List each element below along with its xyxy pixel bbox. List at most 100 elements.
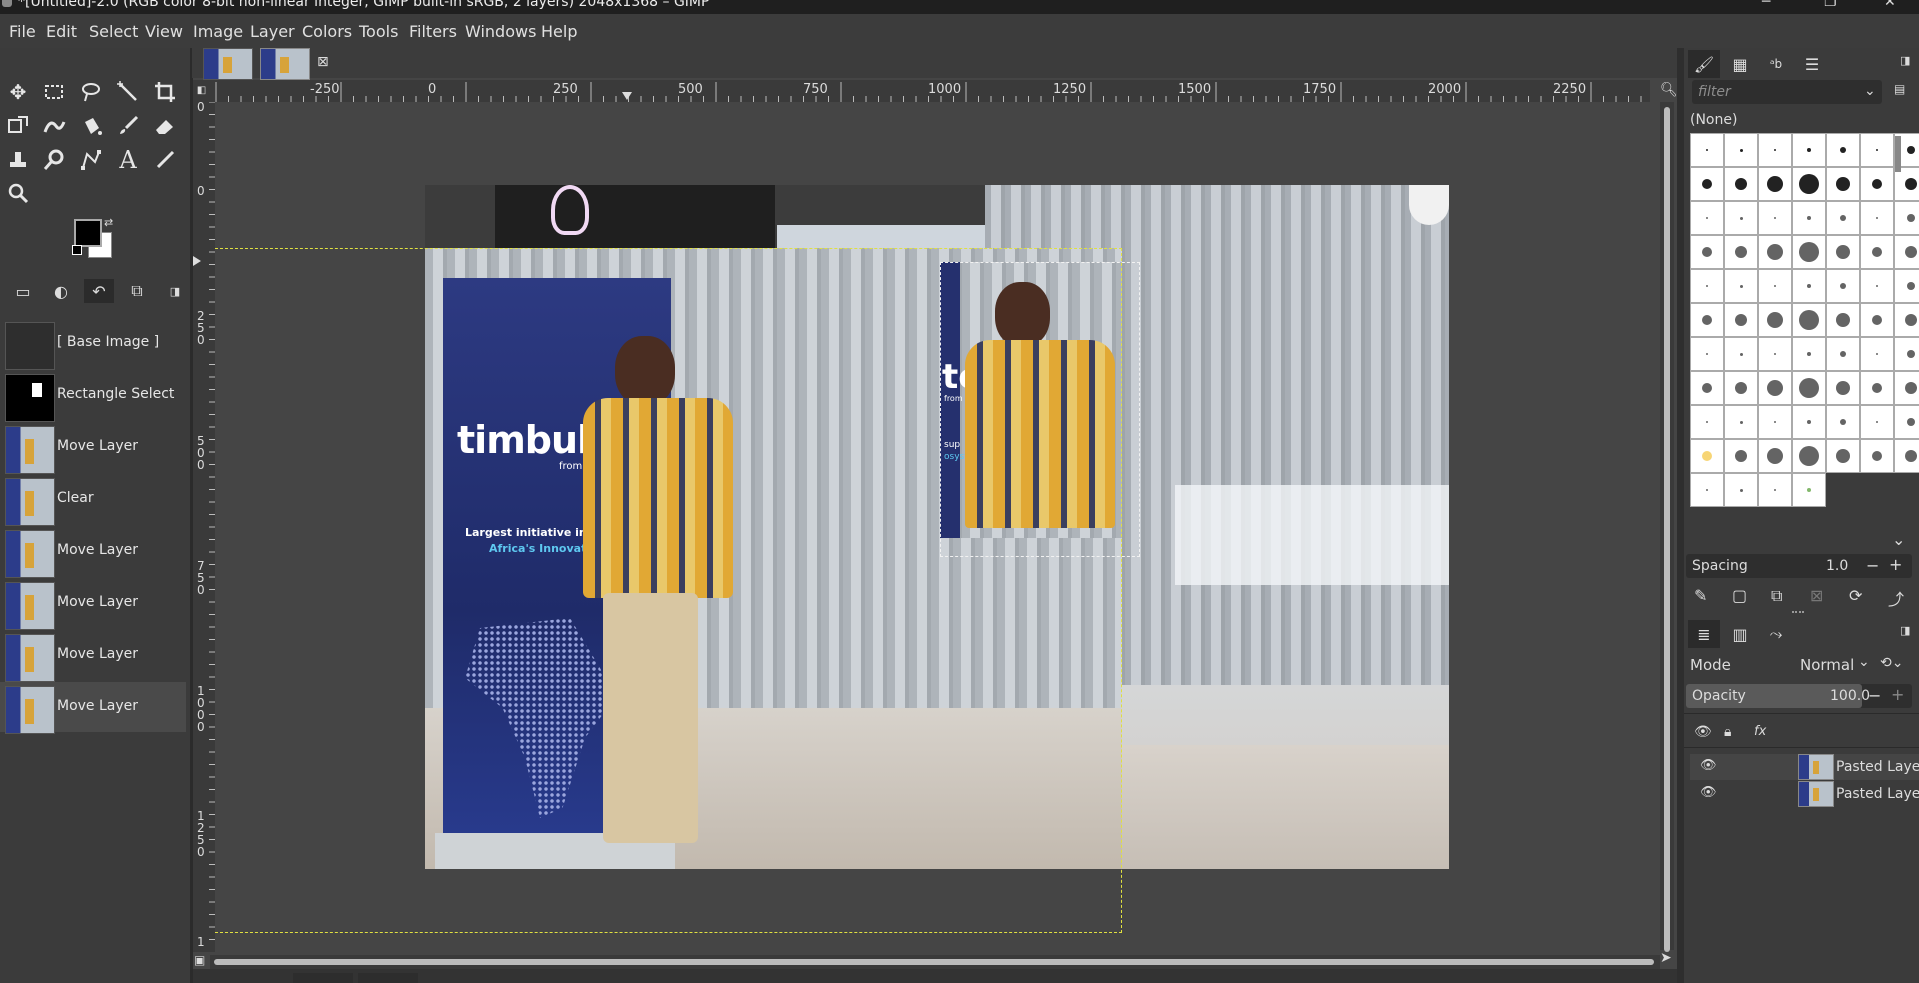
brush-swatch[interactable] bbox=[1758, 337, 1792, 371]
brush-swatch[interactable] bbox=[1894, 201, 1919, 235]
brush-swatch[interactable] bbox=[1724, 473, 1758, 507]
brush-swatch[interactable] bbox=[1724, 133, 1758, 167]
brushes-tab[interactable]: 🖌︎ bbox=[1688, 50, 1720, 78]
navigate-icon[interactable]: ➤ bbox=[1660, 950, 1672, 966]
bucket-fill-tool-icon[interactable] bbox=[76, 111, 106, 141]
brush-grid[interactable] bbox=[1690, 133, 1919, 507]
history-item[interactable]: Move Layer bbox=[0, 422, 186, 474]
brush-swatch[interactable] bbox=[1792, 167, 1826, 201]
brush-swatch[interactable] bbox=[1758, 167, 1792, 201]
brush-swatch[interactable] bbox=[1826, 269, 1860, 303]
minimize-icon[interactable]: ─ bbox=[1762, 0, 1770, 10]
brush-swatch[interactable] bbox=[1724, 337, 1758, 371]
brush-swatch[interactable] bbox=[1894, 371, 1919, 405]
menu-select[interactable]: Select bbox=[89, 22, 138, 41]
image-canvas[interactable]: timbukto from here to Africa Largest ini… bbox=[215, 102, 1660, 950]
lock-icon[interactable]: 🔒︎ bbox=[1724, 724, 1731, 740]
brush-swatch[interactable] bbox=[1690, 235, 1724, 269]
duplicate-brush-icon[interactable]: ⧉ bbox=[1771, 586, 1782, 606]
brush-swatch[interactable] bbox=[1690, 303, 1724, 337]
brush-swatch[interactable] bbox=[1826, 167, 1860, 201]
brush-swatch[interactable] bbox=[1758, 269, 1792, 303]
mode-dropdown[interactable]: Normal bbox=[1800, 656, 1854, 674]
brush-swatch[interactable] bbox=[1690, 337, 1724, 371]
brush-swatch[interactable] bbox=[1894, 269, 1919, 303]
brush-list-scrollbar[interactable] bbox=[1895, 136, 1901, 172]
brush-swatch[interactable] bbox=[1826, 303, 1860, 337]
brush-swatch[interactable] bbox=[1758, 439, 1792, 473]
undo-history-tab[interactable]: ↶ bbox=[84, 279, 114, 303]
chevron-down-icon[interactable]: ⌄ bbox=[1858, 654, 1870, 670]
eye-icon[interactable]: 👁︎ bbox=[1700, 758, 1717, 773]
tag-icon[interactable]: ▤ bbox=[1894, 82, 1905, 96]
foreground-color-swatch[interactable] bbox=[74, 219, 102, 247]
brush-swatch[interactable] bbox=[1724, 269, 1758, 303]
effects-icon[interactable]: fx bbox=[1754, 724, 1766, 739]
brush-swatch[interactable] bbox=[1792, 473, 1826, 507]
menu-help[interactable]: Help bbox=[541, 22, 577, 41]
horizontal-scrollbar-thumb[interactable] bbox=[214, 959, 1654, 965]
brush-swatch[interactable] bbox=[1690, 167, 1724, 201]
vertical-ruler[interactable]: 0 0 2 5 0 5 0 0 7 5 0 1 0 0 0 1 2 5 0 1 bbox=[193, 102, 215, 952]
brush-swatch[interactable] bbox=[1826, 439, 1860, 473]
brush-swatch[interactable] bbox=[1894, 235, 1919, 269]
brush-swatch[interactable] bbox=[1894, 439, 1919, 473]
brush-swatch[interactable] bbox=[1826, 405, 1860, 439]
layers-tab[interactable]: ≣ bbox=[1688, 620, 1720, 648]
brush-swatch[interactable] bbox=[1690, 371, 1724, 405]
open-brush-as-image-icon[interactable]: ⤴ bbox=[1888, 586, 1904, 610]
brush-swatch[interactable] bbox=[1724, 201, 1758, 235]
close-image-tab-icon[interactable]: ⊠ bbox=[317, 54, 329, 70]
horizontal-scrollbar[interactable] bbox=[210, 955, 1660, 969]
composite-mode-icon[interactable]: ⟲⌄ bbox=[1880, 655, 1903, 671]
refresh-brushes-icon[interactable]: ⟳ bbox=[1849, 586, 1862, 605]
brush-swatch[interactable] bbox=[1860, 201, 1894, 235]
brush-swatch[interactable] bbox=[1690, 201, 1724, 235]
brush-swatch[interactable] bbox=[1860, 303, 1894, 337]
brush-swatch[interactable] bbox=[1860, 337, 1894, 371]
menu-layer[interactable]: Layer bbox=[250, 22, 295, 41]
brush-swatch[interactable] bbox=[1690, 133, 1724, 167]
menu-windows[interactable]: Windows bbox=[465, 22, 536, 41]
brush-swatch[interactable] bbox=[1724, 167, 1758, 201]
menu-colors[interactable]: Colors bbox=[302, 22, 352, 41]
move-tool-icon[interactable]: ✥ bbox=[3, 77, 33, 107]
brush-swatch[interactable] bbox=[1690, 473, 1724, 507]
chevron-down-icon[interactable]: ⌄ bbox=[1864, 83, 1876, 99]
plus-icon[interactable]: + bbox=[1889, 555, 1902, 574]
channels-tab[interactable]: ▥ bbox=[1724, 620, 1756, 648]
dock-pane-handle[interactable] bbox=[1792, 611, 1804, 617]
close-icon[interactable]: ✕ bbox=[1884, 0, 1896, 10]
warp-transform-tool-icon[interactable] bbox=[39, 111, 69, 141]
minus-icon[interactable]: − bbox=[1866, 556, 1879, 575]
document-history-tab[interactable]: ☰ bbox=[1796, 50, 1828, 78]
menu-filters[interactable]: Filters bbox=[409, 22, 457, 41]
crop-tool-icon[interactable] bbox=[150, 77, 180, 107]
brush-swatch[interactable] bbox=[1758, 473, 1792, 507]
brush-swatch[interactable] bbox=[1792, 337, 1826, 371]
configure-tab-icon[interactable]: ◨ bbox=[1900, 624, 1910, 637]
brush-swatch[interactable] bbox=[1860, 439, 1894, 473]
zoom-canvas-icon[interactable]: 🔍︎ bbox=[1660, 82, 1678, 98]
eye-icon[interactable]: 👁︎ bbox=[1700, 785, 1717, 800]
layer-row[interactable]: 👁︎ Pasted Layer bbox=[1690, 781, 1919, 807]
canvas-corner-icon[interactable]: ▣ bbox=[194, 953, 205, 967]
patterns-tab[interactable]: ▦ bbox=[1724, 50, 1756, 78]
brush-swatch[interactable] bbox=[1860, 269, 1894, 303]
brush-swatch[interactable] bbox=[1758, 235, 1792, 269]
swap-colors-icon[interactable]: ⇄ bbox=[104, 216, 113, 229]
history-item-current[interactable]: Move Layer bbox=[0, 682, 186, 734]
layer-name[interactable]: Pasted Layer bbox=[1836, 759, 1919, 775]
brush-swatch[interactable] bbox=[1860, 133, 1894, 167]
spacing-spinner[interactable]: Spacing 1.0 − + bbox=[1686, 554, 1912, 578]
brush-swatch[interactable] bbox=[1860, 167, 1894, 201]
brush-swatch[interactable] bbox=[1792, 269, 1826, 303]
brush-swatch[interactable] bbox=[1758, 303, 1792, 337]
brush-filter-field[interactable]: filter ⌄ bbox=[1692, 80, 1882, 104]
brush-swatch[interactable] bbox=[1894, 303, 1919, 337]
text-tool-icon[interactable]: A bbox=[113, 145, 143, 175]
eraser-tool-icon[interactable] bbox=[150, 111, 180, 141]
brush-swatch[interactable] bbox=[1792, 439, 1826, 473]
brush-swatch[interactable] bbox=[1894, 337, 1919, 371]
menu-file[interactable]: File bbox=[9, 22, 36, 41]
